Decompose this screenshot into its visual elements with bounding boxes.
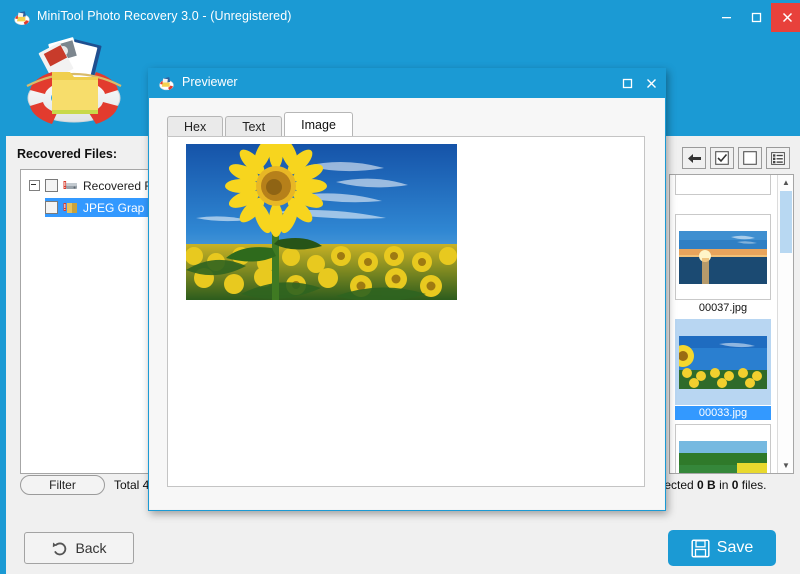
footer-bar: Back Save bbox=[6, 521, 800, 574]
selected-suffix: files. bbox=[738, 478, 766, 492]
file-type-warning-icon bbox=[63, 201, 78, 215]
minimize-button[interactable] bbox=[711, 3, 741, 32]
tree-item-label: JPEG Grap bbox=[83, 201, 144, 215]
thumbnail-toolbar bbox=[682, 147, 792, 171]
checkbox-icon[interactable] bbox=[45, 201, 58, 214]
dialog-title-bar: Previewer bbox=[149, 69, 665, 98]
app-logo-icon bbox=[13, 9, 31, 27]
thumbnail-box bbox=[675, 214, 771, 300]
back-button-label: Back bbox=[75, 540, 106, 556]
checked-box-icon bbox=[715, 151, 729, 165]
thumbnail-scrollbar[interactable]: ▲ ▼ bbox=[777, 175, 793, 473]
green-field-thumbnail bbox=[679, 441, 767, 474]
scroll-up-icon[interactable]: ▲ bbox=[778, 175, 794, 190]
close-button[interactable] bbox=[771, 3, 800, 32]
list-icon bbox=[771, 152, 785, 165]
window-controls bbox=[711, 3, 800, 32]
selected-size: 0 B bbox=[697, 478, 716, 492]
dialog-maximize-button[interactable] bbox=[615, 69, 639, 98]
thumbnail-item[interactable] bbox=[675, 175, 771, 210]
floppy-disk-icon bbox=[691, 539, 710, 558]
title-bar: MiniTool Photo Recovery 3.0 - (Unregiste… bbox=[3, 3, 800, 32]
back-button[interactable]: Back bbox=[24, 532, 134, 564]
left-arrow-icon bbox=[687, 152, 702, 165]
sunflower-field-thumbnail bbox=[679, 336, 767, 389]
dialog-logo-icon bbox=[158, 75, 175, 92]
preview-tabs: Hex Text Image bbox=[167, 112, 355, 137]
thumbnail-item[interactable]: 00033.jpg bbox=[675, 319, 771, 420]
tab-hex[interactable]: Hex bbox=[167, 116, 223, 137]
empty-box-icon bbox=[743, 151, 757, 165]
sunset-over-sea-thumbnail bbox=[679, 231, 767, 284]
previewer-dialog: Previewer Hex Text Image bbox=[148, 68, 666, 511]
drive-warning-icon bbox=[63, 179, 78, 193]
recovered-files-label: Recovered Files: bbox=[17, 147, 117, 161]
thumbnail-list: 00037.jpg bbox=[670, 175, 776, 473]
save-button-label: Save bbox=[717, 539, 753, 557]
app-title: MiniTool Photo Recovery 3.0 - (Unregiste… bbox=[37, 9, 292, 23]
expander-icon[interactable] bbox=[29, 180, 40, 191]
thumbnail-box bbox=[675, 424, 771, 473]
maximize-button[interactable] bbox=[741, 3, 771, 32]
deselect-all-button[interactable] bbox=[738, 147, 762, 169]
thumbnail-item[interactable] bbox=[675, 424, 771, 473]
application-window: MiniTool Photo Recovery 3.0 - (Unregiste… bbox=[0, 0, 800, 574]
list-view-button[interactable] bbox=[766, 147, 790, 169]
tab-image[interactable]: Image bbox=[284, 112, 353, 137]
total-label: Total 4 bbox=[114, 478, 149, 492]
thumbnail-box bbox=[675, 175, 771, 195]
undo-arrow-icon bbox=[51, 541, 67, 556]
dialog-body: Hex Text Image bbox=[150, 98, 664, 509]
lifesaver-photos-logo bbox=[14, 36, 134, 132]
thumbnail-panel[interactable]: 00037.jpg bbox=[669, 174, 794, 474]
filter-button[interactable]: Filter bbox=[20, 475, 105, 495]
thumbnail-label bbox=[675, 196, 771, 210]
thumbnail-item[interactable]: 00037.jpg bbox=[675, 214, 771, 315]
dialog-window-controls bbox=[615, 69, 663, 98]
dialog-title: Previewer bbox=[182, 75, 238, 89]
thumbnail-label: 00033.jpg bbox=[675, 406, 771, 420]
image-preview-panel bbox=[167, 136, 645, 487]
scroll-down-icon[interactable]: ▼ bbox=[778, 458, 794, 473]
select-all-button[interactable] bbox=[710, 147, 734, 169]
save-button[interactable]: Save bbox=[668, 530, 776, 566]
checkbox-icon[interactable] bbox=[45, 179, 58, 192]
dialog-close-button[interactable] bbox=[639, 69, 663, 98]
back-arrow-button[interactable] bbox=[682, 147, 706, 169]
scrollbar-thumb[interactable] bbox=[780, 191, 792, 253]
thumbnail-box bbox=[675, 319, 771, 405]
sunflower-field-preview-image bbox=[186, 144, 457, 300]
thumbnail-label: 00037.jpg bbox=[675, 301, 771, 315]
selected-middle: in bbox=[716, 478, 732, 492]
tree-item-label: Recovered Fil bbox=[83, 179, 157, 193]
tab-text[interactable]: Text bbox=[225, 116, 282, 137]
